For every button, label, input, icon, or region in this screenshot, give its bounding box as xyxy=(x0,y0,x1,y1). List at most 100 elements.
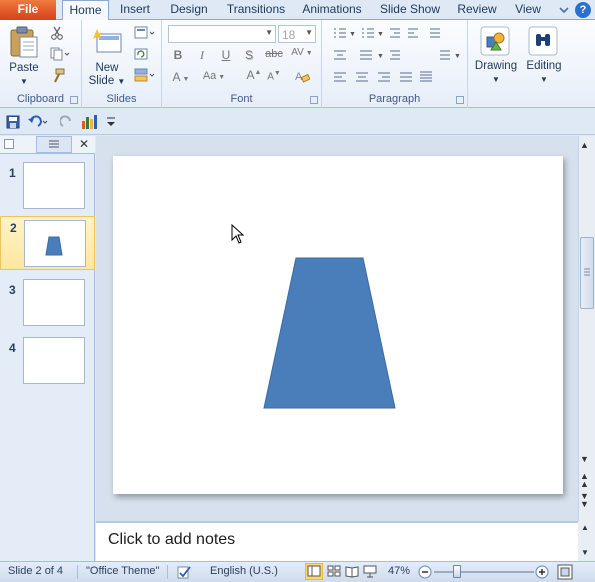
slide-thumbnail-row[interactable]: 1 xyxy=(0,162,95,216)
shadow-button[interactable]: S xyxy=(242,48,256,62)
tab-animations[interactable]: Animations xyxy=(297,0,367,20)
fit-to-window-icon[interactable] xyxy=(557,564,573,582)
zoom-out-icon[interactable] xyxy=(418,565,432,582)
next-slide-icon[interactable]: ▼ ▼ xyxy=(580,492,589,509)
tab-view[interactable]: View xyxy=(509,0,547,20)
binoculars-icon[interactable] xyxy=(528,26,558,59)
font-group: ▼ 18 ▼ B I U S abc AV ▼ A ▼ Aa ▼ A▲ A▼ A… xyxy=(162,20,322,108)
tab-slide-show[interactable]: Slide Show xyxy=(376,0,444,20)
slide-thumbnail-row[interactable]: 4 xyxy=(0,337,95,391)
svg-text:▼: ▼ xyxy=(377,53,384,60)
tab-insert[interactable]: Insert xyxy=(112,0,158,20)
paragraph-launcher-icon[interactable] xyxy=(456,96,464,104)
section-icon[interactable] xyxy=(134,68,156,85)
notes-scroll-up-icon[interactable]: ▲ xyxy=(581,523,589,532)
chart-icon[interactable] xyxy=(80,113,98,134)
trapezoid-shape[interactable] xyxy=(263,257,396,409)
redo-icon[interactable] xyxy=(59,115,74,132)
font-launcher-icon[interactable] xyxy=(310,96,318,104)
zoom-slider-thumb[interactable] xyxy=(453,565,461,578)
tab-transitions[interactable]: Transitions xyxy=(222,0,290,20)
change-case-button[interactable]: Aa ▼ xyxy=(202,70,226,82)
character-spacing-button[interactable]: AV ▼ xyxy=(290,47,314,58)
slides-panel-tabs: ✕ xyxy=(0,136,95,154)
new-slide-button[interactable]: New Slide ▼ xyxy=(87,62,127,88)
new-slide-icon[interactable] xyxy=(91,26,123,61)
slide-canvas[interactable] xyxy=(113,156,563,494)
bold-button[interactable]: B xyxy=(171,48,185,62)
grow-font-button[interactable]: A▲ xyxy=(246,68,262,82)
new-slide-label-line1: New xyxy=(95,62,119,74)
slide-thumbnail-row[interactable]: 3 xyxy=(0,279,95,333)
slide-show-icon[interactable] xyxy=(363,565,377,581)
scroll-down-icon[interactable]: ▼ xyxy=(580,454,589,464)
slides-tab[interactable] xyxy=(4,139,14,149)
copy-icon[interactable] xyxy=(50,47,70,64)
strikethrough-button[interactable]: abc xyxy=(262,48,286,60)
editing-label: Editing xyxy=(526,60,562,72)
paragraph-controls[interactable]: ▼ ▼ ▼ ▼ xyxy=(330,26,468,90)
editing-button[interactable]: Editing ▼ xyxy=(516,60,572,86)
font-size-dropdown-icon[interactable]: ▼ xyxy=(305,28,313,37)
format-painter-icon[interactable] xyxy=(50,68,66,87)
slide-thumbnail[interactable] xyxy=(24,220,86,267)
slide-thumbnail-row-selected[interactable]: 2 xyxy=(0,216,95,270)
clear-formatting-icon[interactable]: A xyxy=(294,68,311,87)
drawing-shapes-icon[interactable] xyxy=(480,26,510,59)
slide-content xyxy=(263,257,396,409)
font-size-combobox[interactable]: 18 ▼ xyxy=(278,25,316,43)
minimize-ribbon-icon[interactable] xyxy=(556,2,572,18)
slide-indicator: Slide 2 of 4 xyxy=(8,565,64,577)
ribbon: Paste ▼ Clipboard New Slide ▼ Slides ▼ 1… xyxy=(0,20,595,108)
paste-button[interactable]: Paste xyxy=(4,62,44,75)
status-divider xyxy=(167,565,168,579)
undo-icon[interactable] xyxy=(27,115,49,132)
reset-icon[interactable] xyxy=(134,47,148,64)
font-size-value: 18 xyxy=(282,28,296,42)
shrink-font-button[interactable]: A▼ xyxy=(266,70,282,82)
theme-name[interactable]: "Office Theme" xyxy=(86,565,159,577)
font-name-combobox[interactable]: ▼ xyxy=(168,25,276,43)
paste-icon[interactable] xyxy=(8,24,40,63)
mouse-cursor-icon xyxy=(231,224,245,244)
tab-design[interactable]: Design xyxy=(164,0,214,20)
underline-button[interactable]: U xyxy=(219,48,233,62)
notes-scrollbar[interactable]: ▲ ▼ xyxy=(578,521,595,561)
clipboard-group: Paste ▼ Clipboard xyxy=(0,20,82,108)
slide-sorter-icon[interactable] xyxy=(327,565,341,581)
normal-view-icon[interactable] xyxy=(304,562,324,582)
scroll-up-icon[interactable]: ▲ xyxy=(580,140,589,150)
cut-icon[interactable] xyxy=(50,26,64,43)
zoom-slider-track[interactable] xyxy=(434,571,534,573)
vertical-scrollbar[interactable]: ▲ ▼ ▲ ▲ ▼ ▼ xyxy=(578,136,595,521)
notes-pane[interactable]: Click to add notes xyxy=(96,521,578,561)
italic-button[interactable]: I xyxy=(195,48,209,63)
tab-review[interactable]: Review xyxy=(452,0,502,20)
customize-qat-icon[interactable] xyxy=(106,116,116,131)
zoom-in-icon[interactable] xyxy=(535,565,549,582)
paste-dropdown-icon[interactable]: ▼ xyxy=(18,75,30,88)
close-panel-icon[interactable]: ✕ xyxy=(79,137,89,151)
slide-thumbnail[interactable] xyxy=(23,337,85,384)
tab-file[interactable]: File xyxy=(0,0,56,20)
slide-number: 3 xyxy=(9,283,16,297)
slides-panel: ✕ 1 2 3 4 xyxy=(0,136,95,561)
tab-home[interactable]: Home xyxy=(62,0,109,21)
spell-check-icon[interactable] xyxy=(176,564,194,582)
font-name-dropdown-icon[interactable]: ▼ xyxy=(265,28,273,37)
zoom-level[interactable]: 47% xyxy=(388,565,410,577)
notes-scroll-down-icon[interactable]: ▼ xyxy=(581,548,589,557)
slide-thumbnail[interactable] xyxy=(23,162,85,209)
notes-placeholder[interactable]: Click to add notes xyxy=(108,531,235,549)
font-color-button[interactable]: A ▼ xyxy=(171,70,191,84)
slide-thumbnail[interactable] xyxy=(23,279,85,326)
scroll-thumb[interactable] xyxy=(580,237,594,309)
save-icon[interactable] xyxy=(6,115,20,132)
previous-slide-icon[interactable]: ▲ ▲ xyxy=(580,472,589,489)
outline-tab[interactable] xyxy=(36,136,72,153)
help-icon[interactable]: ? xyxy=(575,2,591,18)
clipboard-launcher-icon[interactable] xyxy=(70,96,78,104)
language-indicator[interactable]: English (U.S.) xyxy=(210,565,278,577)
layout-icon[interactable] xyxy=(134,26,156,43)
reading-view-icon[interactable] xyxy=(345,565,359,581)
